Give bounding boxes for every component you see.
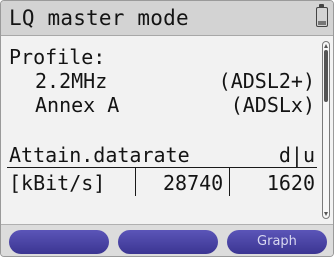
device-screen: LQ master mode Profile: 2.2MHz (ADSL2+) …: [0, 0, 334, 257]
softkey-2[interactable]: [118, 230, 218, 254]
graph-button[interactable]: Graph: [227, 230, 327, 254]
upstream-value: 1620: [266, 171, 315, 195]
direction-header: d|u: [278, 143, 315, 167]
scroll-down-icon: [324, 212, 328, 216]
softkey-1[interactable]: [9, 230, 109, 254]
screen-title: LQ master mode: [9, 6, 189, 30]
datarate-unit: [kBit/s]: [9, 171, 106, 195]
attainable-datarate-header: Attain.datarate: [9, 143, 190, 167]
softkey-bar: Graph: [1, 224, 333, 256]
scroll-thumb[interactable]: [324, 50, 328, 102]
scrollbar[interactable]: [322, 41, 330, 219]
profile-standard: (ADSL2+): [218, 69, 315, 93]
table-separator: [7, 167, 317, 168]
table-divider-2: [229, 168, 230, 196]
downstream-value: 28740: [163, 171, 224, 195]
profile-label: Profile:: [9, 45, 106, 69]
content-area: Profile: 2.2MHz (ADSL2+) Annex A (ADSLx)…: [1, 36, 321, 220]
battery-icon: [316, 4, 328, 27]
profile-annex: Annex A: [35, 93, 120, 117]
scroll-up-icon: [324, 44, 328, 48]
profile-frequency: 2.2MHz: [35, 69, 108, 93]
table-divider-1: [135, 168, 136, 196]
profile-family: (ADSLx): [230, 93, 315, 117]
title-bar: LQ master mode: [1, 1, 333, 36]
